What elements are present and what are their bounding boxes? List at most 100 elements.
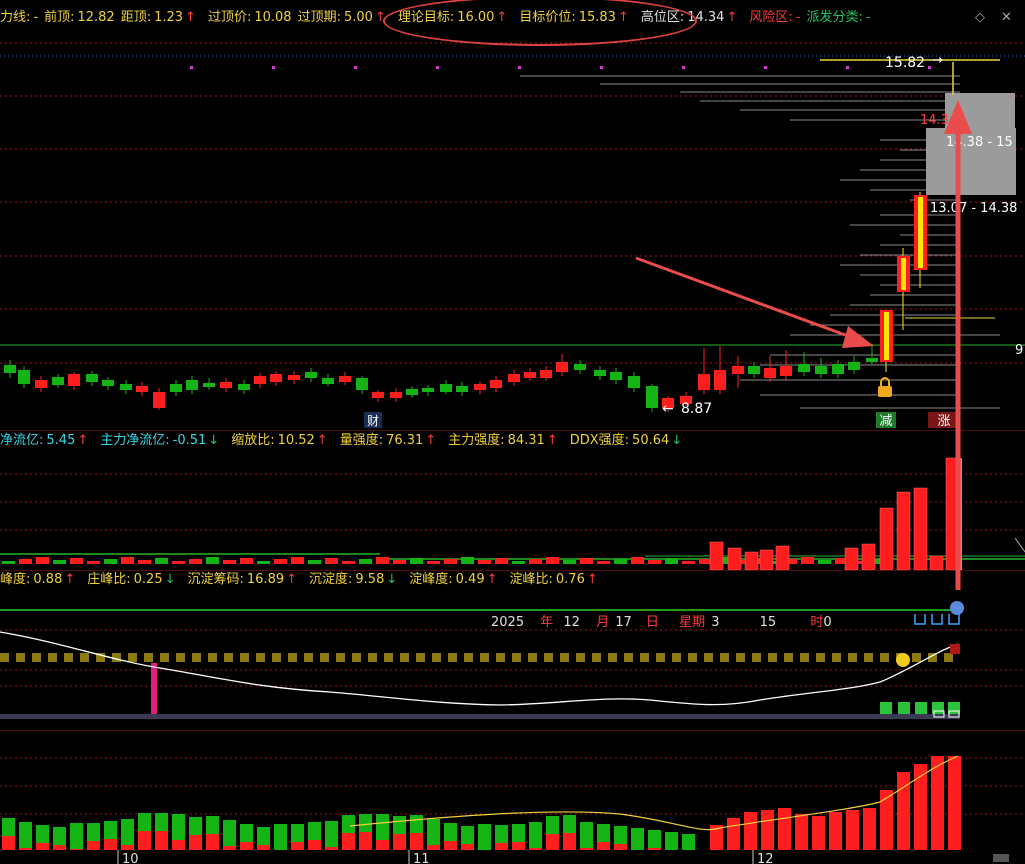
flow-header-label-1: 主力净流亿: [100, 433, 170, 448]
volume-bar-red [580, 848, 593, 850]
candle-body [714, 370, 726, 390]
candle-body [798, 364, 810, 372]
chip-band-dot [640, 653, 649, 662]
close-icon[interactable]: ✕ [1001, 10, 1012, 25]
volume-bar-red [240, 842, 253, 850]
fund-flow-chart[interactable] [0, 430, 1025, 570]
chip-band-dot [704, 653, 713, 662]
price-panel[interactable]: 14.34 14.38 - 15 13.07 - 14.38 15.82 → 9 ← 8.87… [0, 0, 1025, 430]
flow-header-arrow-2: ↑ [316, 433, 328, 448]
volume-panel[interactable]: 10 11 12 [0, 730, 1025, 864]
flow-bar [172, 561, 185, 564]
chip-panel[interactable]: 峰度: 0.88 ↑ 庄峰比: 0.25 ↓ 沉淀筹码: 16.89 ↑ 沉淀度: 9.58 ↓ 淀峰度… [0, 570, 1025, 730]
peak-header-label-3: 沉淀度: [309, 572, 353, 587]
candle-body [390, 392, 402, 398]
chip-band-dot [560, 653, 569, 662]
volume-bar-red [427, 845, 440, 850]
zone-range-1: 14.38 - 15 [946, 135, 1013, 150]
month-unit: 月 [596, 615, 610, 630]
volume-bar-green [665, 832, 678, 850]
volume-tall-bar [778, 808, 791, 850]
candle-body [748, 366, 760, 374]
volume-bar-red [359, 832, 372, 850]
candle-body [815, 366, 827, 374]
candle-body [270, 374, 282, 382]
chip-band-dot [64, 653, 73, 662]
candle-body [440, 384, 452, 392]
flow-bar [631, 557, 644, 564]
main-header-label-4: 过顶期: [297, 10, 341, 25]
flow-header-item-1: 主力净流亿: -0.51 ↓ [100, 433, 225, 448]
zone-range-2: 13.07 - 14.38 [930, 201, 1017, 216]
candle-body [422, 388, 434, 392]
chip-band-dot [240, 653, 249, 662]
volume-bar-red [325, 847, 338, 850]
volume-bar-red [223, 846, 236, 850]
flow-bar [70, 558, 83, 564]
flow-tall-bar [727, 547, 742, 570]
candle-body [574, 364, 586, 370]
volume-chart[interactable]: 10 11 12 [0, 730, 1025, 864]
chip-band-dot [608, 653, 617, 662]
smile-face-icon [896, 653, 910, 667]
year-unit: 年 [540, 615, 554, 630]
flow-indicator-header: 净流亿: 5.45 ↑ 主力净流亿: -0.51 ↓ 缩放比: 10.52 ↑ 量强度: 76.31… [0, 431, 694, 451]
flow-panel[interactable]: 净流亿: 5.45 ↑ 主力净流亿: -0.51 ↓ 缩放比: 10.52 ↑ 量强度: 76.31… [0, 430, 1025, 570]
volume-bar-green [682, 834, 695, 850]
chip-band-dot [224, 653, 233, 662]
candle-body [238, 384, 250, 390]
flow-bar [427, 561, 440, 564]
volume-bar-green [580, 822, 593, 850]
volume-bar-red [53, 845, 66, 850]
hour: 15 [759, 615, 777, 630]
chip-band-dot [848, 653, 857, 662]
candle-body [254, 376, 266, 384]
flow-bar [189, 559, 202, 564]
main-header-label-1: 前顶: [44, 10, 75, 25]
volume-bar-red [189, 835, 202, 850]
peak-header-item-0: 峰度: 0.88 ↑ [0, 572, 81, 587]
peak-header-value-1: 0.25 [133, 572, 163, 587]
chip-band-dot [736, 653, 745, 662]
chip-band-dot [352, 653, 361, 662]
flow-bar [648, 560, 661, 564]
top-marker-dot [354, 66, 357, 69]
volume-bar-green [648, 830, 661, 850]
candle-body [474, 384, 486, 390]
flow-header-item-5: DDX强度: 50.64 ↓ [570, 433, 688, 448]
chip-band-dot [752, 653, 761, 662]
right-edge-price: 9 [1015, 343, 1023, 358]
chip-band-dot [320, 653, 329, 662]
chip-band-dot [800, 653, 809, 662]
volume-bar-red [546, 834, 559, 850]
flow-header-value-5: 50.64 [632, 433, 670, 448]
candle-body [610, 372, 622, 380]
flow-bar [393, 560, 406, 564]
chip-band-dot [208, 653, 217, 662]
chip-indicator-header: 峰度: 0.88 ↑ 庄峰比: 0.25 ↓ 沉淀筹码: 16.89 ↑ 沉淀度: 9.58 ↓ 淀峰度… [0, 570, 610, 590]
candle-body [866, 358, 878, 362]
chip-band-dot [80, 653, 89, 662]
candlestick-chart[interactable]: 14.34 14.38 - 15 13.07 - 14.38 15.82 → 9 ← 8.87… [0, 0, 1025, 430]
diamond-icon[interactable]: ◇ [975, 10, 985, 25]
chip-band-dot [832, 653, 841, 662]
volume-tall-bar [846, 810, 859, 850]
candle-body [305, 372, 317, 378]
flow-tall-bar [759, 549, 774, 570]
main-header-value-2: 1.23 [154, 10, 184, 25]
main-header-label-8: 风险区: [749, 10, 793, 25]
main-header-label-2: 距顶: [120, 10, 152, 25]
chip-peak-chart[interactable] [0, 570, 1025, 730]
chip-band-dot [512, 653, 521, 662]
chip-band-dot [864, 653, 873, 662]
day-unit: 日 [645, 615, 659, 630]
target-arrow-glyph: → [932, 53, 943, 68]
volume-bar-red [138, 831, 151, 850]
volume-tall-bar [880, 790, 893, 850]
time-axis-label-0: 10 [122, 852, 139, 864]
candle-body [848, 362, 860, 370]
chip-band-dot [528, 653, 537, 662]
chip-band-dot [768, 653, 777, 662]
peak-header-item-4: 淀峰度: 0.49 ↑ [409, 572, 503, 587]
candle-body [628, 376, 640, 388]
